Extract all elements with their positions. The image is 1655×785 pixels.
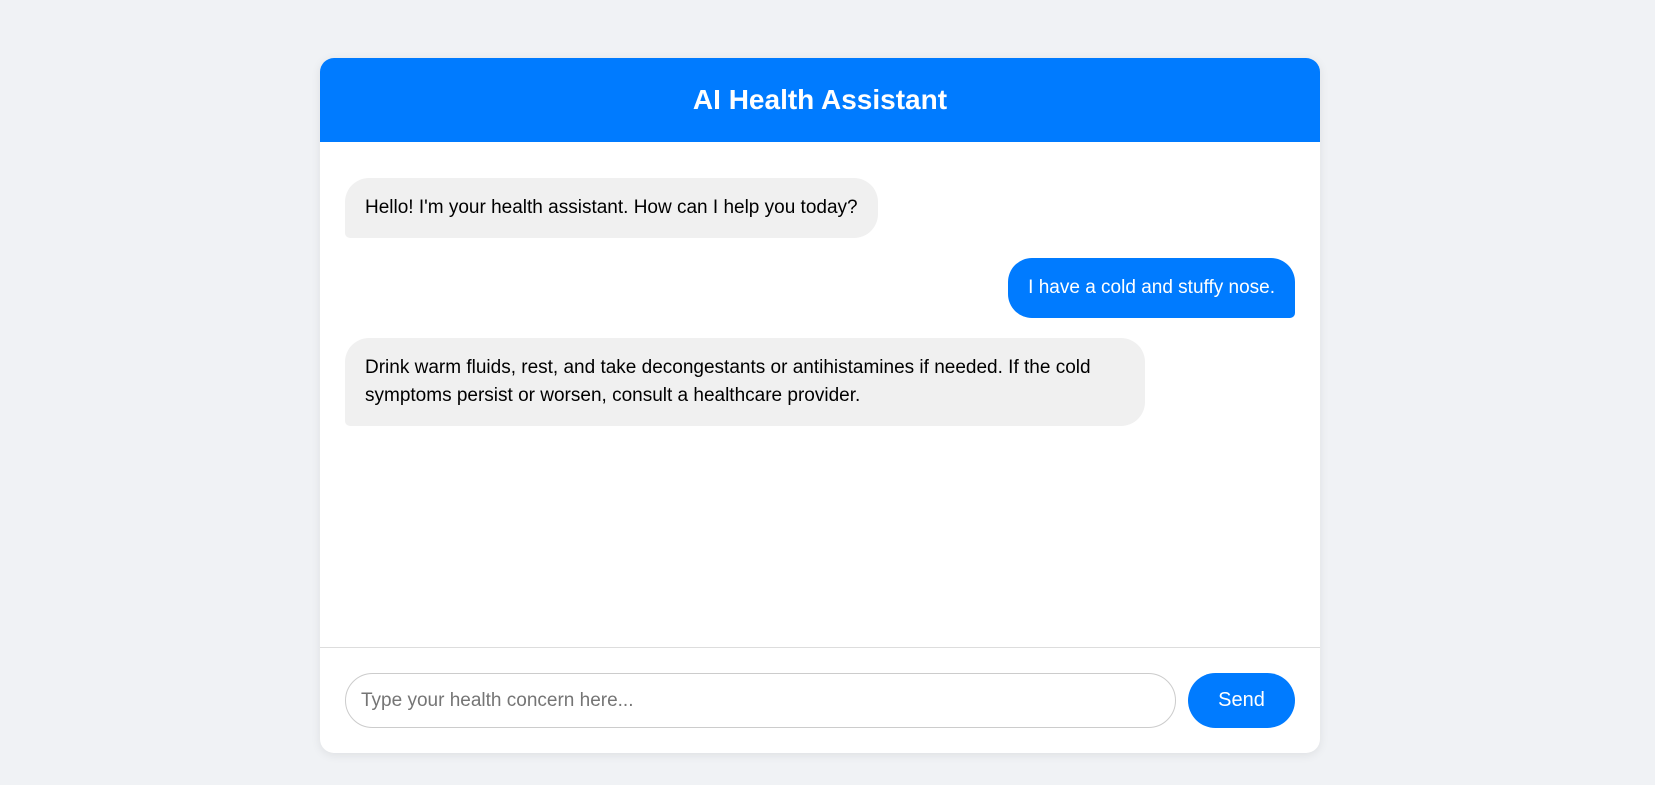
input-bar: Send [320,647,1320,753]
user-message: I have a cold and stuffy nose. [1008,258,1295,318]
bot-message: Drink warm fluids, rest, and take decong… [345,338,1145,426]
bot-message: Hello! I'm your health assistant. How ca… [345,178,878,238]
message-list: Hello! I'm your health assistant. How ca… [320,142,1320,647]
chat-window: AI Health Assistant Hello! I'm your heal… [320,58,1320,753]
page-title: AI Health Assistant [692,84,948,115]
chat-header: AI Health Assistant [320,58,1320,142]
send-button[interactable]: Send [1188,673,1295,728]
health-concern-input[interactable] [345,673,1176,728]
